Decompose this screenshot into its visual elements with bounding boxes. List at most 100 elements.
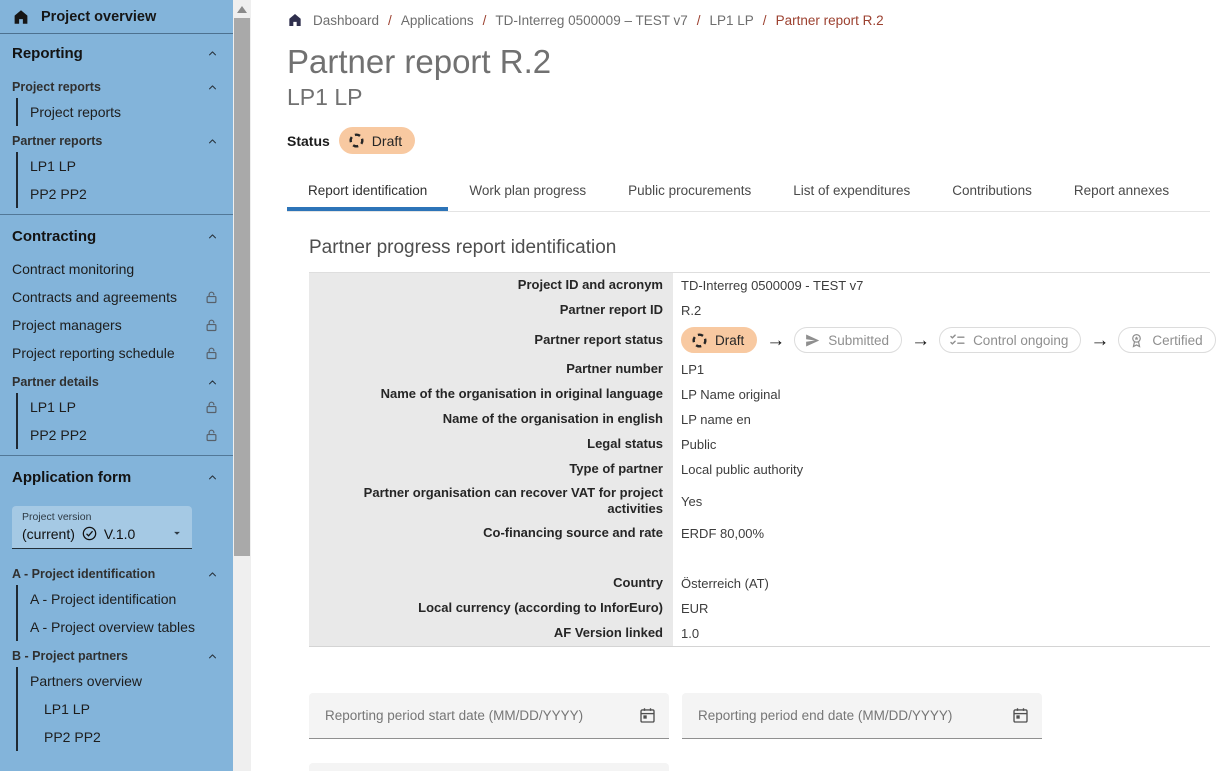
chevron-up-icon xyxy=(206,471,219,484)
page-title: Partner report R.2 xyxy=(287,43,1210,81)
sidebar-item-contracting[interactable]: Contracting xyxy=(0,217,233,255)
status-step-label: Control ongoing xyxy=(973,333,1068,348)
sidebar-item-a-project-identification[interactable]: A - Project identification xyxy=(0,559,233,585)
table-row-value: EUR xyxy=(673,598,716,619)
table-row-value: 1.0 xyxy=(673,623,707,644)
breadcrumb-link[interactable]: TD-Interreg 0500009 – TEST v7 xyxy=(495,13,687,28)
breadcrumb-link[interactable]: LP1 LP xyxy=(710,13,754,28)
draft-icon xyxy=(348,132,365,149)
table-row-partner-organisation-can-recover-vat-for-project-activities: Partner organisation can recover VAT for… xyxy=(309,482,1210,521)
sidebar-item-project-reports[interactable]: Project reports xyxy=(18,98,233,126)
check-circle-icon xyxy=(81,525,98,542)
reporting-period-select[interactable]: Reporting period xyxy=(309,763,669,771)
arrow-right-icon: → xyxy=(766,331,785,350)
start-date-input[interactable] xyxy=(323,707,638,724)
sidebar-tree: Project reports xyxy=(16,98,233,126)
table-row-label: Name of the organisation in english xyxy=(309,407,673,432)
project-version-current: (current) xyxy=(22,526,75,542)
status-step-label: Submitted xyxy=(828,333,889,348)
table-row-name-of-the-organisation-in-original-language: Name of the organisation in original lan… xyxy=(309,382,1210,407)
start-date-field[interactable] xyxy=(309,693,669,739)
tab-list-of-expenditures[interactable]: List of expenditures xyxy=(772,172,931,211)
sidebar-item-contracts-and-agreements[interactable]: Contracts and agreements xyxy=(0,283,233,311)
sidebar-item-b-project-partners[interactable]: B - Project partners xyxy=(0,641,233,667)
chevron-up-icon xyxy=(206,376,219,389)
sidebar-item-partners-overview[interactable]: Partners overview xyxy=(18,667,233,695)
sidebar-item-project-reporting-schedule[interactable]: Project reporting schedule xyxy=(0,339,233,367)
table-row-name-of-the-organisation-in-english: Name of the organisation in englishLP na… xyxy=(309,407,1210,432)
sidebar-item-lp1-lp[interactable]: LP1 LP xyxy=(18,393,233,421)
breadcrumb-current: Partner report R.2 xyxy=(776,13,884,28)
table-row-value xyxy=(673,555,689,561)
sidebar-item-label: Project reports xyxy=(30,104,121,120)
sidebar-item-a-project-identification[interactable]: A - Project identification xyxy=(18,585,233,613)
sidebar-tree: A - Project identificationA - Project ov… xyxy=(16,585,233,641)
home-icon[interactable] xyxy=(287,12,303,28)
table-row-label: Legal status xyxy=(309,432,673,457)
sidebar-item-partner-details[interactable]: Partner details xyxy=(0,367,233,393)
project-version-select[interactable]: Project version(current)V.1.0 xyxy=(12,506,192,549)
end-date-field[interactable] xyxy=(682,693,1042,739)
table-row-label: Co-financing source and rate xyxy=(309,521,673,546)
table-row-legal-status: Legal statusPublic xyxy=(309,432,1210,457)
sidebar-item-lp1-lp[interactable]: LP1 LP xyxy=(18,695,233,723)
report-identification-card: Partner progress report identification P… xyxy=(287,212,1210,771)
tab-report-annexes[interactable]: Report annexes xyxy=(1053,172,1190,211)
tab-contributions[interactable]: Contributions xyxy=(931,172,1053,211)
sidebar-item-project-reports[interactable]: Project reports xyxy=(0,72,233,98)
tab-report-identification[interactable]: Report identification xyxy=(287,172,448,211)
sidebar-divider xyxy=(0,455,233,456)
calendar-icon[interactable] xyxy=(638,706,657,725)
sidebar-item-project-overview[interactable]: Project overview xyxy=(0,0,233,34)
breadcrumb-separator: / xyxy=(483,13,487,28)
sidebar-item-label: B - Project partners xyxy=(12,649,128,663)
sidebar-item-label: LP1 LP xyxy=(44,701,90,717)
sidebar-item-label: PP2 PP2 xyxy=(30,427,87,443)
table-row-value: LP1 xyxy=(673,359,712,380)
table-row-label: Partner organisation can recover VAT for… xyxy=(309,482,673,521)
sidebar-item-label: Project managers xyxy=(12,317,122,333)
reporting-period-form: Reporting period xyxy=(309,693,1210,771)
sidebar-item-project-managers[interactable]: Project managers xyxy=(0,311,233,339)
certified-icon xyxy=(1128,332,1145,349)
chevron-up-icon xyxy=(206,135,219,148)
breadcrumb-separator: / xyxy=(388,13,392,28)
table-row-value: Local public authority xyxy=(673,459,811,480)
table-row-label: AF Version linked xyxy=(309,621,673,646)
draft-icon xyxy=(691,332,708,349)
table-row-value: LP name en xyxy=(673,409,759,430)
sidebar-item-label: Partners overview xyxy=(30,673,142,689)
end-date-input[interactable] xyxy=(696,707,1011,724)
sidebar-item-reporting[interactable]: Reporting xyxy=(0,34,233,72)
chevron-up-icon xyxy=(206,47,219,60)
sidebar-item-lp1-lp[interactable]: LP1 LP xyxy=(18,152,233,180)
scrollbar-up-arrow-icon[interactable] xyxy=(237,6,247,13)
tab-public-procurements[interactable]: Public procurements xyxy=(607,172,772,211)
sidebar-item-partner-reports[interactable]: Partner reports xyxy=(0,126,233,152)
sidebar-item-label: Reporting xyxy=(12,45,83,62)
table-row-empty xyxy=(309,546,1210,571)
table-row-partner-report-id: Partner report IDR.2 xyxy=(309,298,1210,323)
breadcrumb-link[interactable]: Dashboard xyxy=(313,13,379,28)
sidebar-item-pp2-pp2[interactable]: PP2 PP2 xyxy=(18,723,233,751)
breadcrumb-link[interactable]: Applications xyxy=(401,13,474,28)
sidebar-scrollbar-thumb[interactable] xyxy=(234,18,250,556)
sidebar-item-application-form[interactable]: Application form xyxy=(0,458,233,496)
sidebar-item-pp2-pp2[interactable]: PP2 PP2 xyxy=(18,180,233,208)
table-row-label: Partner report ID xyxy=(309,298,673,323)
table-row-label xyxy=(309,546,673,571)
sidebar-item-contract-monitoring[interactable]: Contract monitoring xyxy=(0,255,233,283)
sidebar-nav: Reporting Project reports Project reports P… xyxy=(0,34,233,751)
calendar-icon[interactable] xyxy=(1011,706,1030,725)
sidebar-scrollbar[interactable] xyxy=(233,0,251,771)
table-row-label: Name of the organisation in original lan… xyxy=(309,382,673,407)
sidebar-item-label: Partner details xyxy=(12,375,99,389)
sidebar-item-label: Contracts and agreements xyxy=(12,289,177,305)
status-label: Status xyxy=(287,133,330,149)
tab-bar: Report identificationWork plan progressP… xyxy=(287,172,1210,212)
tab-work-plan-progress[interactable]: Work plan progress xyxy=(448,172,607,211)
lock-icon xyxy=(204,400,219,415)
chevron-up-icon xyxy=(206,81,219,94)
sidebar-item-pp2-pp2[interactable]: PP2 PP2 xyxy=(18,421,233,449)
sidebar-item-a-project-overview-tables[interactable]: A - Project overview tables xyxy=(18,613,233,641)
